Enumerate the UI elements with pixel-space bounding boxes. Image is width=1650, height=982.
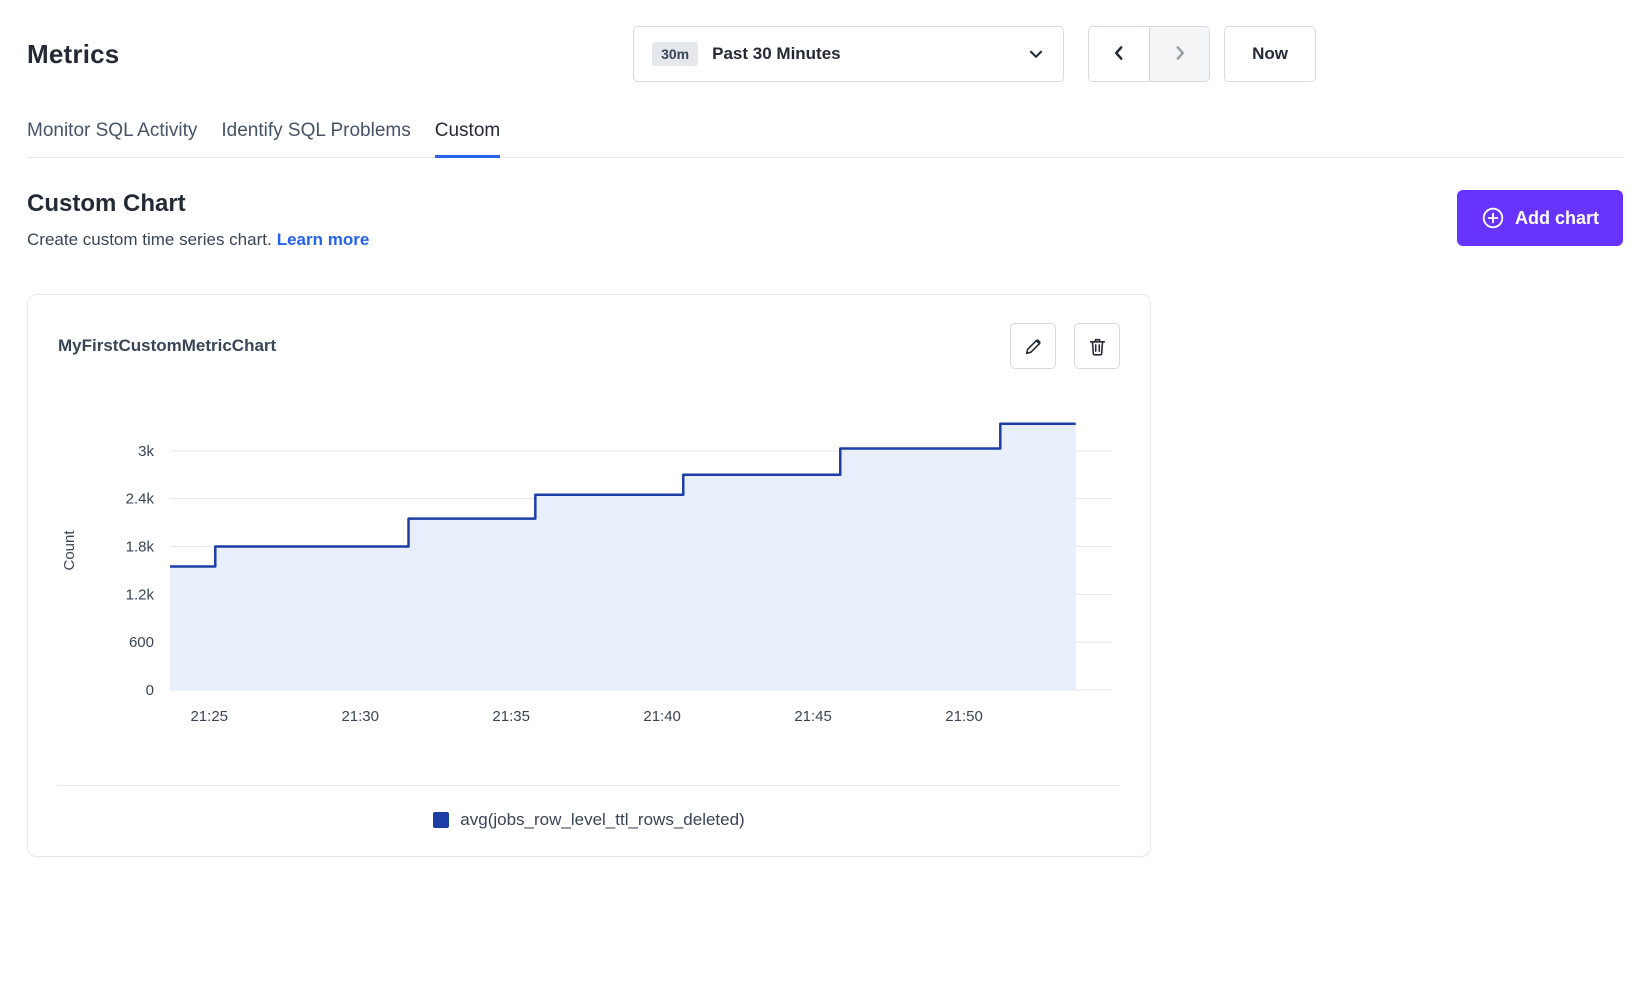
- topbar: Metrics 30m Past 30 Minutes: [27, 26, 1623, 82]
- edit-chart-button[interactable]: [1010, 323, 1056, 369]
- svg-text:21:50: 21:50: [945, 708, 983, 725]
- tab-monitor-sql-activity[interactable]: Monitor SQL Activity: [27, 120, 197, 158]
- chevron-right-icon: [1171, 44, 1189, 65]
- section-subtitle: Create custom time series chart. Learn mo…: [27, 230, 369, 250]
- time-step-buttons: [1088, 26, 1210, 82]
- now-button[interactable]: Now: [1224, 26, 1316, 82]
- chart-plot-area: 0 600 1.2k 1.8k 2.4k 3k 21:25 21:30 21:35 21:40 21…: [58, 395, 1120, 745]
- add-chart-button[interactable]: Add chart: [1457, 190, 1623, 246]
- learn-more-link[interactable]: Learn more: [277, 230, 370, 249]
- svg-text:3k: 3k: [138, 443, 154, 460]
- time-range-label: Past 30 Minutes: [712, 44, 841, 64]
- custom-chart-section-header: Custom Chart Create custom time series c…: [27, 190, 1623, 250]
- time-controls: 30m Past 30 Minutes Now: [633, 26, 1316, 82]
- svg-text:2.4k: 2.4k: [126, 491, 155, 508]
- chart-card-header: MyFirstCustomMetricChart: [58, 323, 1120, 369]
- svg-text:1.8k: 1.8k: [126, 539, 155, 556]
- metrics-tabs: Monitor SQL Activity Identify SQL Proble…: [27, 120, 1623, 158]
- legend-label: avg(jobs_row_level_ttl_rows_deleted): [460, 810, 744, 830]
- chart-card-actions: [1010, 323, 1120, 369]
- chart-legend: avg(jobs_row_level_ttl_rows_deleted): [58, 786, 1120, 830]
- delete-chart-button[interactable]: [1074, 323, 1120, 369]
- custom-chart-card: MyFirstCustomMetricChart 0 600 1.2k 1.8k 2.4…: [27, 294, 1151, 857]
- subtitle-text: Create custom time series chart.: [27, 230, 272, 249]
- svg-text:600: 600: [129, 634, 154, 651]
- pencil-icon: [1023, 336, 1044, 357]
- svg-text:21:40: 21:40: [643, 708, 681, 725]
- plus-circle-icon: [1481, 206, 1505, 230]
- page-title: Metrics: [27, 39, 119, 70]
- svg-text:21:35: 21:35: [492, 708, 530, 725]
- chevron-down-icon: [1027, 45, 1045, 63]
- time-range-badge: 30m: [652, 42, 698, 66]
- chevron-left-icon: [1110, 44, 1128, 65]
- svg-text:1.2k: 1.2k: [126, 586, 155, 603]
- svg-text:0: 0: [146, 682, 154, 699]
- svg-text:21:30: 21:30: [341, 708, 379, 725]
- tab-custom[interactable]: Custom: [435, 120, 500, 158]
- trash-icon: [1087, 336, 1108, 357]
- legend-swatch: [433, 812, 449, 828]
- svg-text:21:45: 21:45: [794, 708, 832, 725]
- next-time-button[interactable]: [1149, 27, 1209, 81]
- svg-text:21:25: 21:25: [190, 708, 228, 725]
- section-heading-block: Custom Chart Create custom time series c…: [27, 190, 369, 250]
- tab-identify-sql-problems[interactable]: Identify SQL Problems: [221, 120, 410, 158]
- prev-time-button[interactable]: [1089, 27, 1149, 81]
- add-chart-label: Add chart: [1515, 208, 1599, 229]
- section-title: Custom Chart: [27, 190, 369, 218]
- time-range-selector[interactable]: 30m Past 30 Minutes: [633, 26, 1064, 82]
- svg-text:Count: Count: [61, 530, 78, 571]
- metrics-page: Metrics 30m Past 30 Minutes: [0, 0, 1650, 857]
- chart-title: MyFirstCustomMetricChart: [58, 336, 276, 356]
- custom-metric-chart: 0 600 1.2k 1.8k 2.4k 3k 21:25 21:30 21:35 21:40 21…: [58, 395, 1122, 740]
